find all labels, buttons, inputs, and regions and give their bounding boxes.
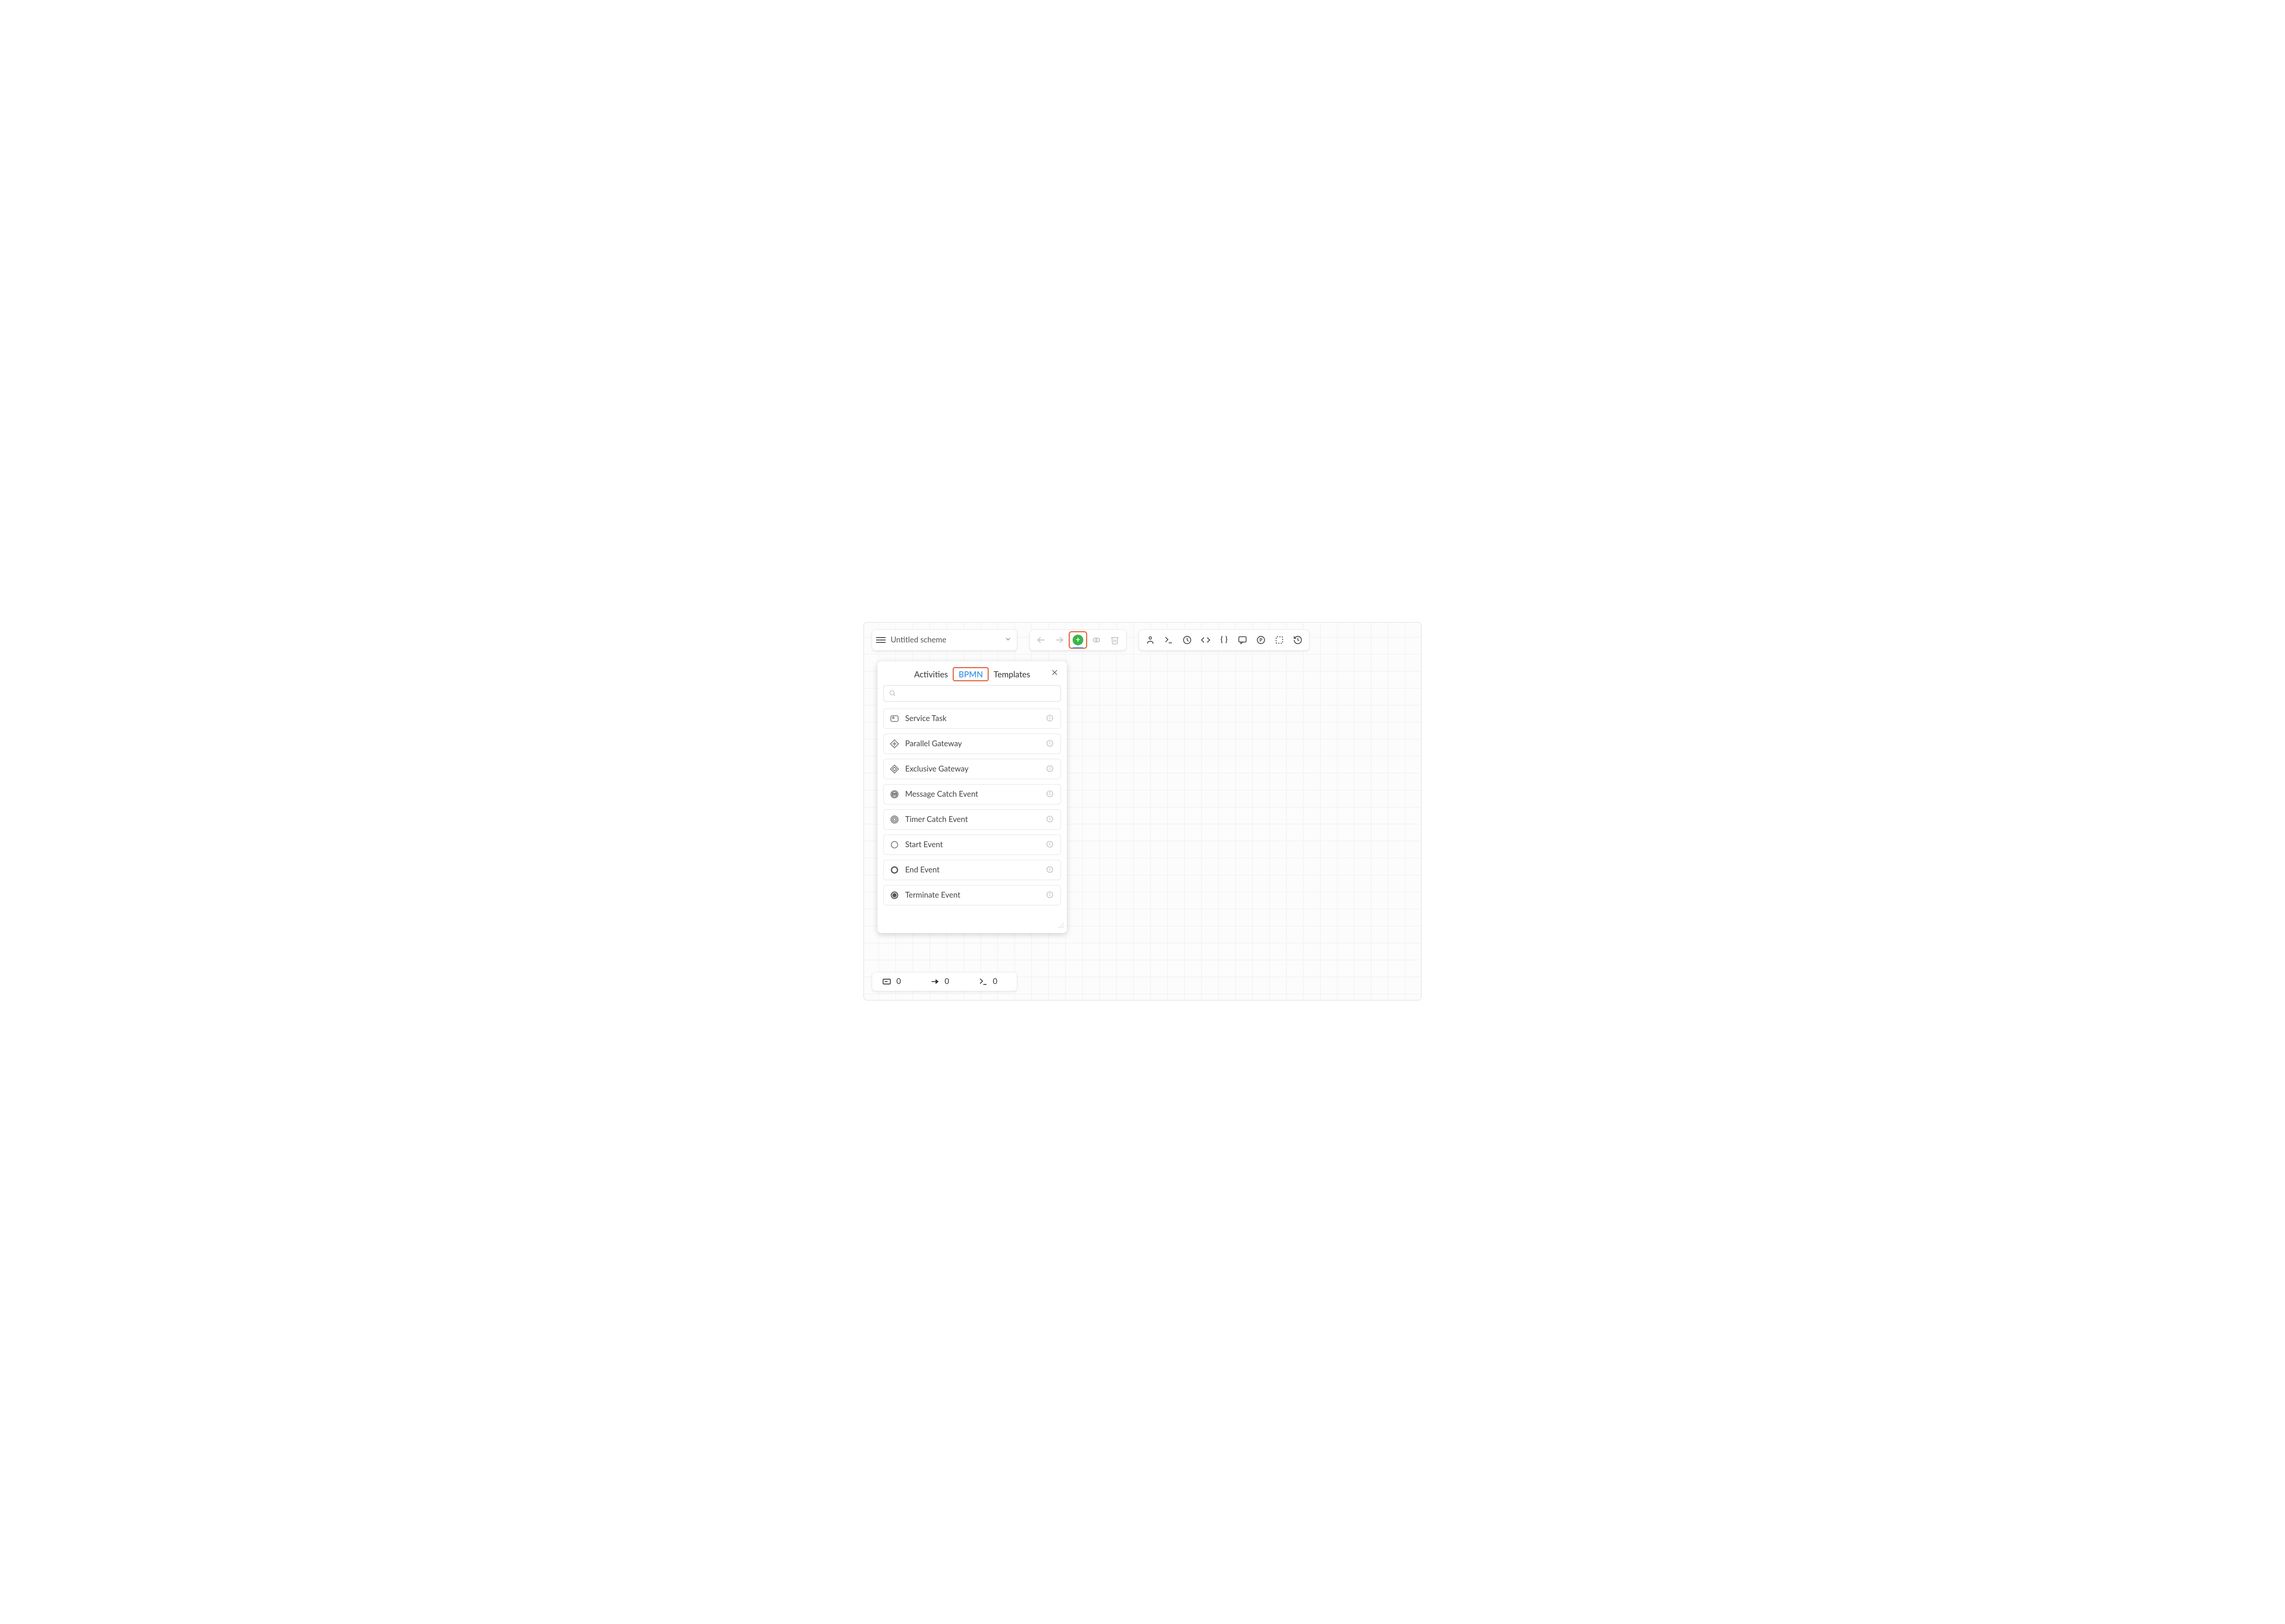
element-timer-catch-event[interactable]: Timer Catch Event bbox=[883, 809, 1061, 830]
elements-list: Service Task Parallel Gateway Exclusive … bbox=[883, 708, 1061, 905]
element-start-event[interactable]: Start Event bbox=[883, 835, 1061, 855]
element-label: Message Catch Event bbox=[905, 789, 1040, 799]
tools-toolbar: P bbox=[1139, 629, 1309, 651]
info-icon[interactable] bbox=[1046, 765, 1055, 773]
chevron-down-icon[interactable] bbox=[1004, 635, 1012, 645]
timers-button[interactable] bbox=[1178, 631, 1196, 649]
element-parallel-gateway[interactable]: Parallel Gateway bbox=[883, 734, 1061, 754]
tab-bpmn[interactable]: BPMN bbox=[953, 667, 989, 681]
delete-button[interactable] bbox=[1106, 631, 1124, 649]
status-bar: 0 0 0 bbox=[872, 972, 1017, 991]
copy-button[interactable] bbox=[1087, 631, 1106, 649]
parameters-button[interactable] bbox=[1215, 631, 1233, 649]
exclusive-gateway-icon bbox=[890, 764, 899, 774]
element-terminate-event[interactable]: Terminate Event bbox=[883, 885, 1061, 905]
info-icon[interactable] bbox=[1046, 739, 1055, 748]
service-task-icon bbox=[890, 714, 899, 723]
elements-panel: Activities BPMN Templates Service Task bbox=[878, 661, 1067, 933]
plus-icon: + bbox=[1073, 635, 1083, 645]
search-input[interactable] bbox=[883, 685, 1061, 702]
svg-text:P: P bbox=[1259, 637, 1262, 643]
canvas[interactable]: Untitled scheme + bbox=[863, 622, 1422, 1001]
status-transitions[interactable]: 0 bbox=[930, 977, 949, 986]
status-activities[interactable]: 0 bbox=[882, 977, 901, 986]
info-icon[interactable] bbox=[1046, 891, 1055, 900]
element-label: Service Task bbox=[905, 714, 1040, 723]
status-transitions-count: 0 bbox=[944, 977, 949, 986]
element-label: End Event bbox=[905, 865, 1040, 874]
edit-toolbar: + bbox=[1029, 629, 1126, 651]
element-service-task[interactable]: Service Task bbox=[883, 708, 1061, 729]
element-label: Terminate Event bbox=[905, 890, 1040, 900]
resize-handle-icon[interactable] bbox=[1058, 921, 1064, 930]
element-label: Exclusive Gateway bbox=[905, 764, 1040, 773]
select-area-button[interactable] bbox=[1270, 631, 1289, 649]
element-label: Timer Catch Event bbox=[905, 815, 1040, 824]
element-end-event[interactable]: End Event bbox=[883, 860, 1061, 880]
comments-button[interactable] bbox=[1233, 631, 1252, 649]
commands-button[interactable] bbox=[1159, 631, 1178, 649]
info-icon[interactable] bbox=[1046, 714, 1055, 723]
history-button[interactable] bbox=[1289, 631, 1307, 649]
status-commands[interactable]: 0 bbox=[978, 977, 997, 986]
search-icon bbox=[889, 689, 896, 697]
timer-catch-icon bbox=[890, 815, 899, 824]
close-icon[interactable] bbox=[1049, 667, 1060, 678]
panel-tabs: Activities BPMN Templates bbox=[883, 666, 1061, 685]
menu-icon[interactable] bbox=[876, 635, 886, 645]
scheme-selector: Untitled scheme bbox=[872, 629, 1017, 651]
scheme-title: Untitled scheme bbox=[891, 635, 946, 644]
tab-activities[interactable]: Activities bbox=[910, 667, 953, 681]
element-exclusive-gateway[interactable]: Exclusive Gateway bbox=[883, 759, 1061, 779]
code-actions-button[interactable] bbox=[1196, 631, 1215, 649]
redo-button[interactable] bbox=[1050, 631, 1069, 649]
terminate-event-icon bbox=[890, 890, 899, 900]
tab-templates[interactable]: Templates bbox=[989, 667, 1035, 681]
command-count-icon bbox=[978, 977, 988, 986]
element-message-catch-event[interactable]: Message Catch Event bbox=[883, 784, 1061, 804]
end-event-icon bbox=[890, 865, 899, 875]
info-icon[interactable] bbox=[1046, 840, 1055, 849]
parallel-gateway-icon bbox=[890, 739, 899, 749]
add-element-button[interactable]: + bbox=[1069, 631, 1087, 649]
info-icon[interactable] bbox=[1046, 790, 1055, 799]
activity-count-icon bbox=[882, 977, 892, 986]
status-activities-count: 0 bbox=[896, 977, 901, 986]
actors-button[interactable] bbox=[1141, 631, 1159, 649]
transition-count-icon bbox=[930, 977, 940, 986]
info-icon[interactable] bbox=[1046, 815, 1055, 824]
element-label: Start Event bbox=[905, 840, 1040, 849]
search-field[interactable] bbox=[900, 689, 1056, 697]
element-label: Parallel Gateway bbox=[905, 739, 1040, 748]
start-event-icon bbox=[890, 840, 899, 850]
status-commands-count: 0 bbox=[993, 977, 997, 986]
message-catch-icon bbox=[890, 789, 899, 799]
info-icon[interactable] bbox=[1046, 866, 1055, 874]
process-info-button[interactable]: P bbox=[1252, 631, 1270, 649]
undo-button[interactable] bbox=[1032, 631, 1050, 649]
top-toolbars: Untitled scheme + bbox=[872, 629, 1309, 651]
